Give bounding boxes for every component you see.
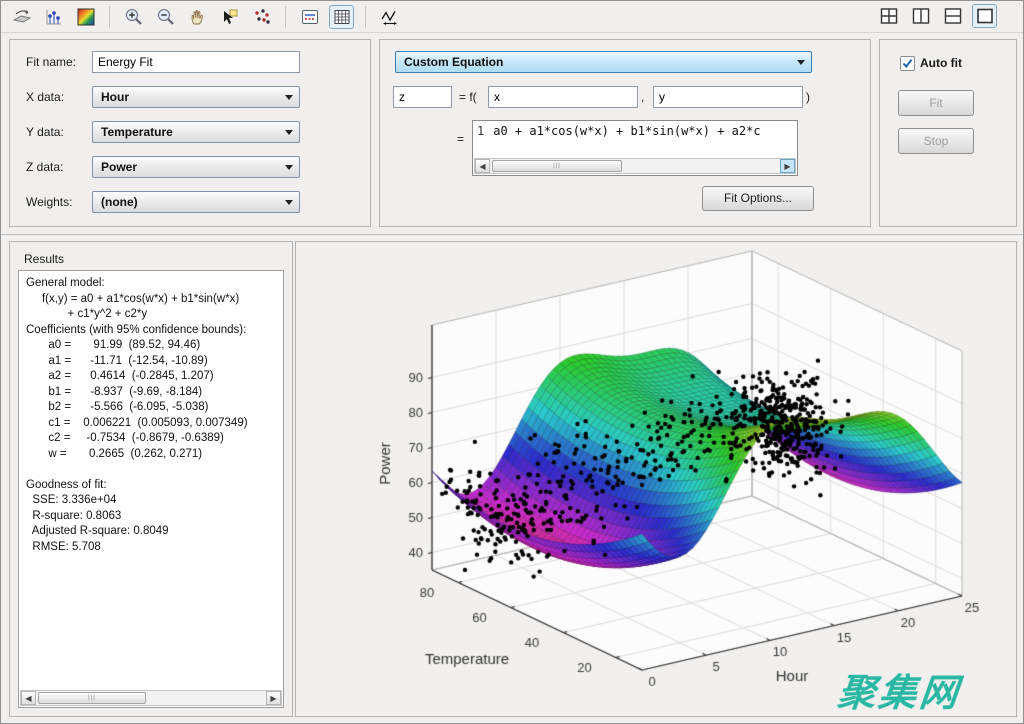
- stem-plot-icon: [44, 7, 64, 27]
- results-text: General model: f(x,y) = a0 + a1*cos(w*x)…: [26, 276, 248, 555]
- toolbar-separator: [285, 6, 286, 28]
- close-paren-label: ): [806, 90, 810, 104]
- legend-toggle-button[interactable]: [297, 5, 322, 29]
- scroll-left-arrow-icon[interactable]: ◀: [21, 691, 36, 705]
- chevron-down-icon: [285, 200, 293, 205]
- results-hscrollbar[interactable]: ◀ ||| ▶: [20, 690, 282, 706]
- equals-label: =: [457, 132, 464, 146]
- results-box: General model: f(x,y) = a0 + a1*cos(w*x)…: [18, 270, 284, 708]
- layout-single-pane-icon: [975, 6, 995, 26]
- equation-hscrollbar[interactable]: ◀ ||| ▶: [474, 158, 796, 174]
- comma-label: ,: [641, 90, 644, 104]
- zoom-out-button[interactable]: [153, 5, 178, 29]
- zoom-out-icon: [156, 7, 176, 27]
- fit-options-button[interactable]: Fit Options...: [702, 186, 814, 211]
- scroll-right-arrow-icon[interactable]: ▶: [266, 691, 281, 705]
- chevron-down-icon: [285, 130, 293, 135]
- toolbar-left-group: [9, 5, 402, 29]
- horizontal-divider: [1, 234, 1023, 238]
- z-data-label: Z data:: [26, 160, 63, 174]
- colormap-button[interactable]: [73, 5, 98, 29]
- pan-button[interactable]: [185, 5, 210, 29]
- plot-panel: 聚集网: [295, 241, 1017, 717]
- stem-plot-button[interactable]: [41, 5, 66, 29]
- custom-equation-editor[interactable]: 1 a0 + a1*cos(w*x) + b1*sin(w*x) + a2*c ◀…: [472, 120, 798, 176]
- grid-icon: [332, 7, 352, 27]
- line-number: 1: [477, 124, 484, 138]
- rotate-3d-button[interactable]: [9, 5, 34, 29]
- layout-two-columns-button[interactable]: [908, 4, 933, 28]
- equation-text: a0 + a1*cos(w*x) + b1*sin(w*x) + a2*c: [493, 124, 760, 138]
- data-cursor-button[interactable]: [217, 5, 242, 29]
- toolbar: [1, 1, 1023, 33]
- z-data-dropdown[interactable]: Power: [92, 156, 300, 178]
- toolbar-layout-group: [876, 4, 997, 28]
- results-title: Results: [24, 252, 64, 266]
- results-panel: Results General model: f(x,y) = a0 + a1*…: [9, 241, 293, 717]
- layout-single-pane-button[interactable]: [972, 4, 997, 28]
- layout-grid-2x2-icon: [879, 6, 899, 26]
- equation-panel: Custom Equation = f( , ) = 1 a0 + a1*cos(…: [379, 39, 871, 227]
- chevron-down-icon: [797, 60, 805, 65]
- dependent-variable-input[interactable]: [393, 86, 452, 108]
- x-data-dropdown[interactable]: Hour: [92, 86, 300, 108]
- adjust-axes-limits-icon: [379, 7, 401, 27]
- watermark: 聚集网: [835, 662, 964, 717]
- x-data-label: X data:: [26, 90, 64, 104]
- scroll-right-arrow-icon[interactable]: ▶: [780, 159, 795, 173]
- data-cursor-icon: [220, 7, 240, 27]
- fit-settings-panel: Fit name: X data: Hour Y data: Temperatu…: [9, 39, 371, 227]
- scroll-left-arrow-icon[interactable]: ◀: [475, 159, 490, 173]
- chevron-down-icon: [285, 95, 293, 100]
- surface-plot-canvas[interactable]: [296, 242, 1016, 716]
- fit-name-input[interactable]: [92, 51, 300, 73]
- layout-two-rows-button[interactable]: [940, 4, 965, 28]
- auto-fit-checkbox[interactable]: [900, 56, 915, 71]
- exclude-outliers-icon: [252, 7, 272, 27]
- check-icon: [901, 57, 914, 70]
- fit-name-label: Fit name:: [26, 55, 76, 69]
- equation-code: 1 a0 + a1*cos(w*x) + b1*sin(w*x) + a2*c: [477, 124, 795, 138]
- y-data-dropdown[interactable]: Temperature: [92, 121, 300, 143]
- y-variable-input[interactable]: [653, 86, 803, 108]
- auto-fit-label: Auto fit: [920, 56, 962, 70]
- fit-type-dropdown[interactable]: Custom Equation: [395, 51, 812, 73]
- rotate-3d-icon: [12, 7, 32, 27]
- curve-fitting-tool-window: Fit name: X data: Hour Y data: Temperatu…: [0, 0, 1024, 724]
- weights-label: Weights:: [26, 195, 72, 209]
- zoom-in-button[interactable]: [121, 5, 146, 29]
- stop-button[interactable]: Stop: [898, 128, 974, 154]
- fit-control-panel: Auto fit Fit Stop: [879, 39, 1017, 227]
- x-variable-input[interactable]: [488, 86, 638, 108]
- colormap-icon: [76, 7, 96, 27]
- adjust-axes-limits-button[interactable]: [377, 5, 402, 29]
- toolbar-separator: [109, 6, 110, 28]
- y-data-label: Y data:: [26, 125, 64, 139]
- grid-toggle-button[interactable]: [329, 5, 354, 29]
- layout-two-rows-icon: [943, 6, 963, 26]
- scrollbar-thumb[interactable]: |||: [38, 692, 146, 704]
- fit-button[interactable]: Fit: [898, 90, 974, 116]
- pan-hand-icon: [188, 7, 208, 27]
- weights-dropdown[interactable]: (none): [92, 191, 300, 213]
- layout-grid-2x2-button[interactable]: [876, 4, 901, 28]
- chevron-down-icon: [285, 165, 293, 170]
- layout-two-columns-icon: [911, 6, 931, 26]
- scrollbar-thumb[interactable]: |||: [492, 160, 622, 172]
- toolbar-separator: [365, 6, 366, 28]
- zoom-in-icon: [124, 7, 144, 27]
- equals-f-label: = f(: [459, 90, 477, 104]
- exclude-outliers-button[interactable]: [249, 5, 274, 29]
- legend-icon: [300, 7, 320, 27]
